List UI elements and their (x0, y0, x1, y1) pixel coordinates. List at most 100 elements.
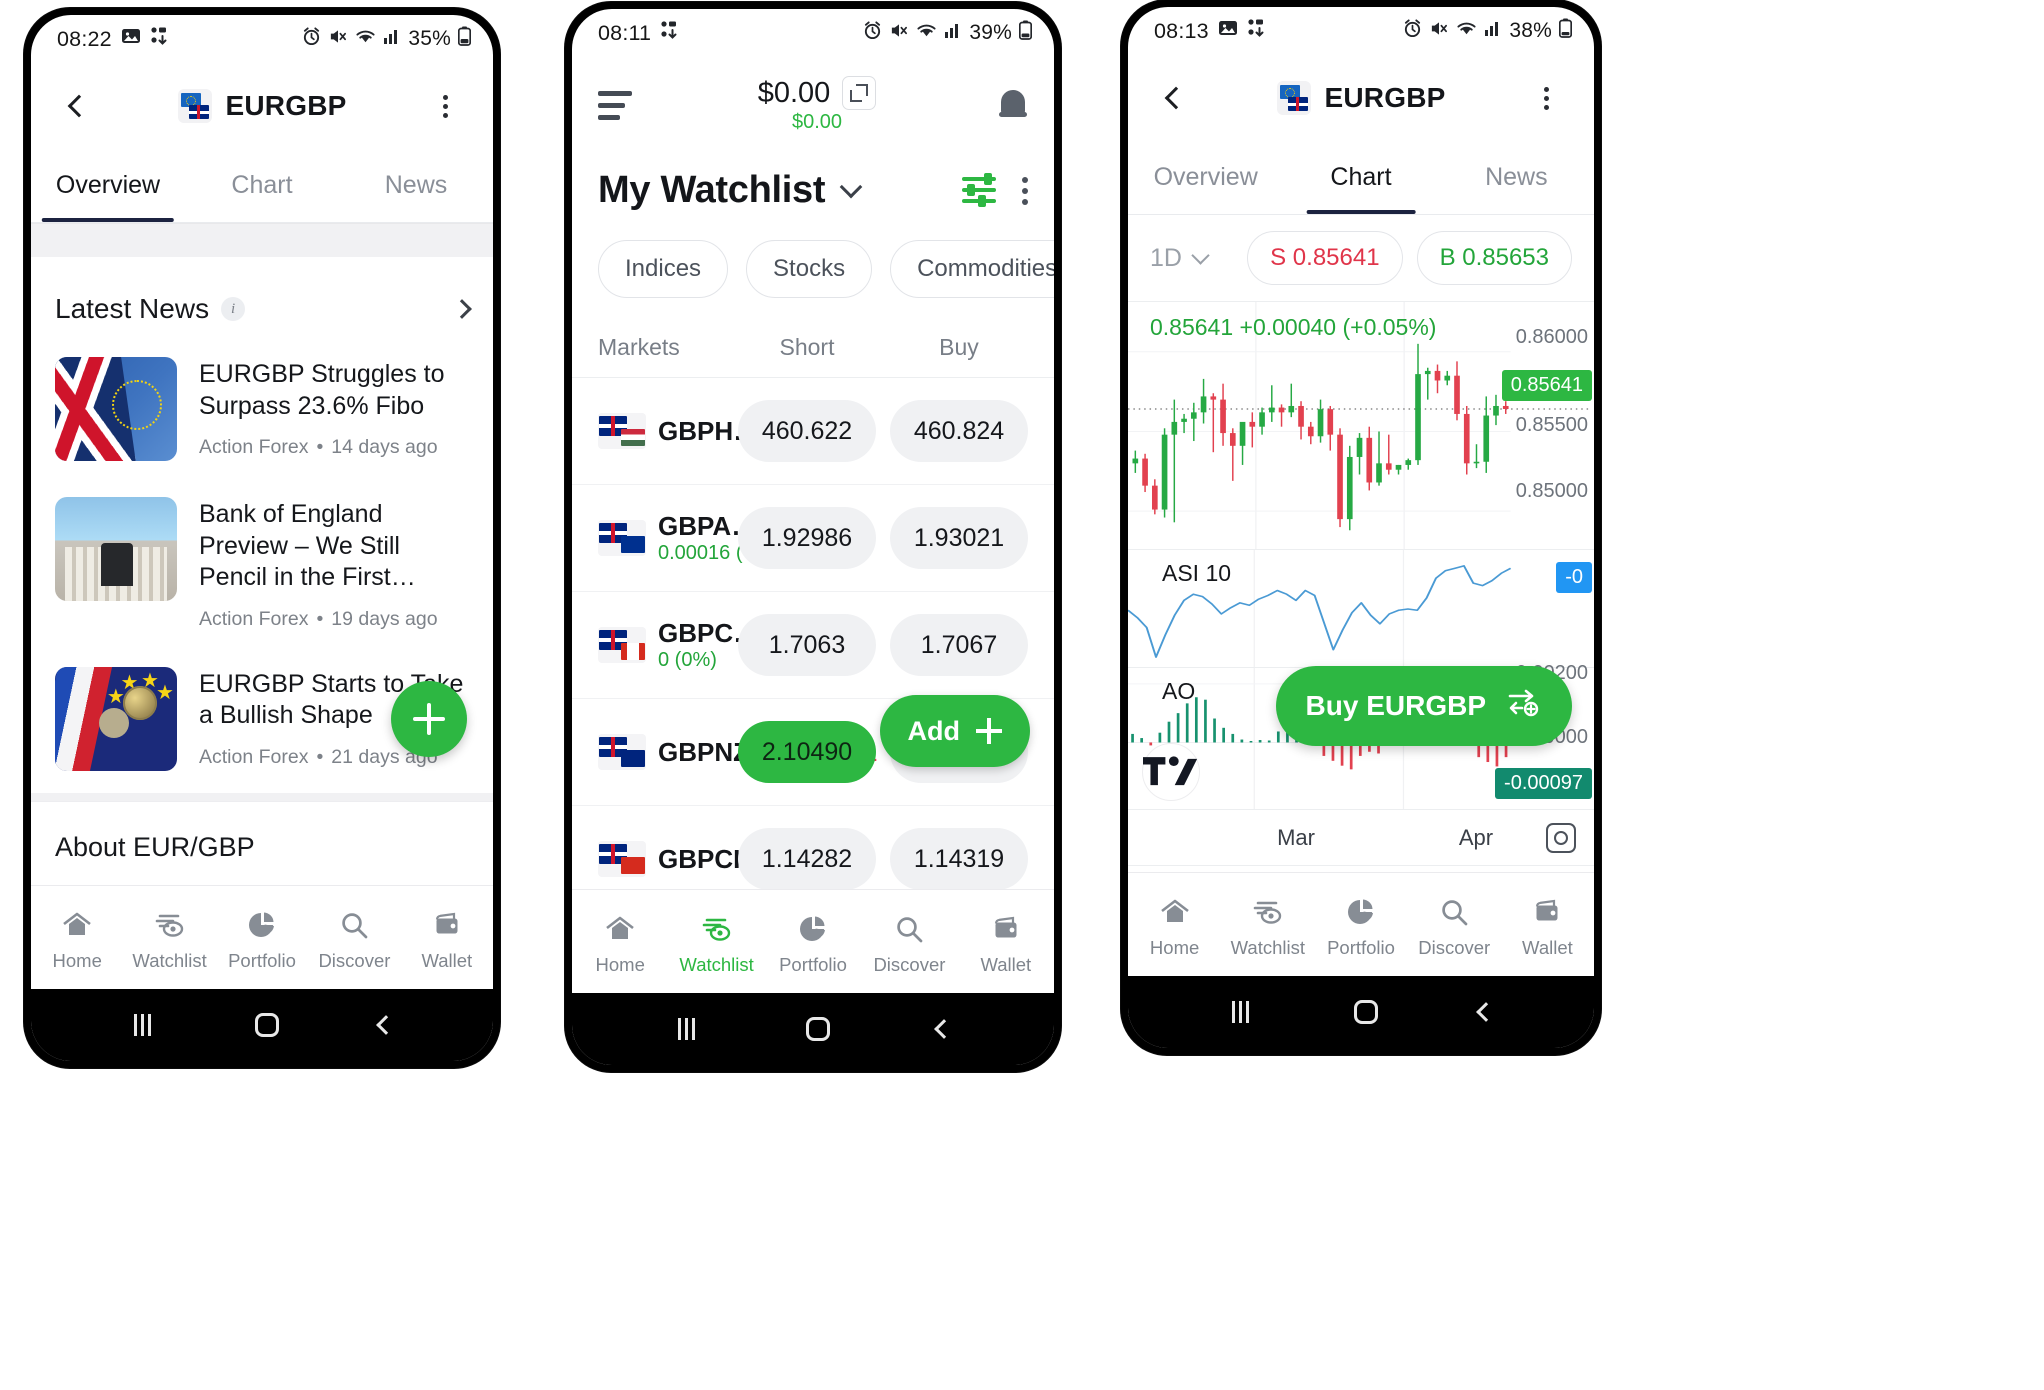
column-header-buy: Buy (939, 334, 979, 360)
sliders-filter-icon[interactable] (962, 172, 996, 207)
about-section[interactable]: About EUR/GBP (31, 800, 493, 883)
row-buy-price[interactable]: 1.14319 (890, 828, 1028, 889)
nav-item-discover[interactable]: Discover (1408, 896, 1501, 959)
home-button-icon[interactable] (255, 1013, 279, 1037)
table-row[interactable]: GBPH…-0.198 (-0… 460.622 460.824 (572, 378, 1054, 485)
nav-item-wallet[interactable]: Wallet (401, 909, 493, 972)
recents-icon[interactable] (1229, 1001, 1253, 1023)
buy-price-button[interactable]: B 0.85653 (1416, 231, 1572, 285)
news-source: Action Forex (199, 607, 309, 630)
news-title: EURGBP Struggles to Surpass 23.6% Fibo (199, 360, 445, 420)
nav-item-discover[interactable]: Discover (308, 909, 400, 972)
news-meta: Action Forex • 14 days ago (199, 436, 438, 459)
table-row[interactable]: GBPCHF0.00122 (… 1.14282 1.14319 (572, 806, 1054, 889)
chip-commodities[interactable]: Commodities (890, 240, 1054, 298)
watchlist-title[interactable]: My Watchlist (598, 169, 826, 212)
nav-item-wallet[interactable]: Wallet (1501, 896, 1594, 959)
tab-chart[interactable]: Chart (185, 149, 339, 222)
buy-button-label: Buy EURGBP (1305, 690, 1486, 721)
tab-overview[interactable]: Overview (1128, 141, 1283, 214)
ao-label: AO (1162, 678, 1196, 704)
row-buy-price[interactable]: 1.7067 (890, 614, 1028, 676)
wallet-icon (1531, 896, 1563, 928)
row-short-price[interactable]: 1.92986 (738, 507, 876, 569)
hamburger-menu-icon[interactable] (598, 90, 636, 120)
nav-item-watchlist[interactable]: Watchlist (1221, 896, 1314, 959)
gallery-icon (121, 26, 141, 52)
tab-chart[interactable]: Chart (1283, 141, 1438, 214)
alarm-icon (863, 20, 882, 46)
asi-indicator-pane[interactable]: ASI 10 -0 (1128, 549, 1594, 667)
home-button-icon[interactable] (1353, 1000, 1378, 1024)
status-bar-1: 08:22 35% (31, 15, 493, 63)
balance-display[interactable]: $0.00 $0.00 (636, 76, 998, 134)
wallet-icon (990, 913, 1022, 945)
table-row[interactable]: GBPC…0 (0%) 1.7063 1.7067 (572, 592, 1054, 699)
status-time: 08:11 (598, 20, 652, 45)
candlestick-pane[interactable]: 0.85641 +0.00040 (+0.05%) 0.86000 0.8550… (1128, 301, 1594, 549)
nav-item-home[interactable]: Home (1128, 896, 1221, 959)
bottom-nav-3: Home Watchlist Portfolio Discover Wallet (1128, 872, 1594, 976)
add-instrument-button[interactable]: Add (879, 695, 1030, 767)
row-short-price[interactable]: 2.10490 (738, 721, 876, 783)
cellular-signal-icon (383, 27, 401, 51)
row-short-price[interactable]: 460.622 (738, 400, 876, 462)
kebab-menu-icon[interactable] (1022, 176, 1028, 205)
nav-label: Discover (318, 950, 391, 971)
overview-content: Latest News i EURGBP Struggles to Surpas… (31, 257, 493, 885)
nav-item-portfolio[interactable]: Portfolio (1314, 896, 1407, 959)
news-list-item[interactable]: EURGBP Struggles to Surpass 23.6% Fibo A… (31, 343, 493, 483)
row-short-price[interactable]: 1.7063 (738, 614, 876, 676)
back-button-icon[interactable] (1476, 1002, 1497, 1022)
recents-icon[interactable] (675, 1018, 699, 1040)
nav-item-home[interactable]: Home (572, 913, 668, 976)
tab-overview[interactable]: Overview (31, 149, 185, 222)
nav-item-watchlist[interactable]: Watchlist (123, 909, 215, 972)
news-thumbnail (55, 357, 177, 461)
app-bar-1: EURGBP (31, 63, 493, 149)
wallet-icon (431, 909, 463, 941)
chip-indices[interactable]: Indices (598, 240, 729, 298)
tab-news[interactable]: News (339, 149, 493, 222)
back-button[interactable] (1154, 76, 1198, 120)
buy-instrument-button[interactable]: Buy EURGBP (1275, 666, 1572, 746)
row-buy-price[interactable]: 1.93021 (890, 507, 1028, 569)
chip-stocks[interactable]: Stocks (746, 240, 873, 298)
timeframe-selector[interactable]: 1D (1150, 244, 1210, 273)
nav-label: Portfolio (779, 954, 847, 975)
expand-icon[interactable] (842, 76, 877, 110)
news-list-item[interactable]: Bank of England Preview – We Still Penci… (31, 483, 493, 653)
info-icon[interactable]: i (221, 297, 246, 321)
nav-item-discover[interactable]: Discover (861, 913, 957, 976)
back-button[interactable] (57, 84, 101, 128)
status-time: 08:13 (1154, 18, 1209, 43)
add-fab-button[interactable] (391, 681, 467, 757)
watchlist-table-header: Markets Short Buy (572, 318, 1054, 378)
crosshair-target-icon[interactable] (1546, 822, 1576, 853)
chevron-down-icon[interactable] (839, 175, 863, 198)
notification-bell-icon[interactable] (998, 88, 1028, 122)
nav-item-portfolio[interactable]: Portfolio (765, 913, 861, 976)
back-button-icon[interactable] (376, 1015, 396, 1035)
tab-news[interactable]: News (1439, 141, 1594, 214)
nav-item-home[interactable]: Home (31, 909, 123, 972)
nav-item-watchlist[interactable]: Watchlist (668, 913, 764, 976)
chevron-right-icon[interactable] (452, 299, 472, 319)
mute-icon (1429, 19, 1449, 44)
pair-flag-icon (598, 841, 646, 877)
row-buy-price[interactable]: 460.824 (890, 400, 1028, 462)
kebab-menu-icon[interactable] (423, 84, 467, 128)
kebab-menu-icon[interactable] (1524, 76, 1568, 120)
nav-item-portfolio[interactable]: Portfolio (216, 909, 308, 972)
android-gesture-bar (31, 989, 493, 1061)
row-short-price[interactable]: 1.14282 (738, 828, 876, 889)
three-phone-screenshot-composite: 08:22 35% EURGBP Overview Chart News Lat… (0, 0, 2044, 1390)
chart-area[interactable]: 0.85641 +0.00040 (+0.05%) 0.86000 0.8550… (1128, 301, 1594, 872)
sell-price-button[interactable]: S 0.85641 (1247, 231, 1403, 285)
back-button-icon[interactable] (933, 1019, 954, 1039)
nav-item-wallet[interactable]: Wallet (958, 913, 1054, 976)
news-meta: Action Forex • 19 days ago (199, 607, 438, 630)
home-button-icon[interactable] (805, 1017, 830, 1041)
recents-icon[interactable] (131, 1014, 155, 1036)
table-row[interactable]: GBPA…0.00016 (<… 1.92986 1.93021 (572, 485, 1054, 592)
